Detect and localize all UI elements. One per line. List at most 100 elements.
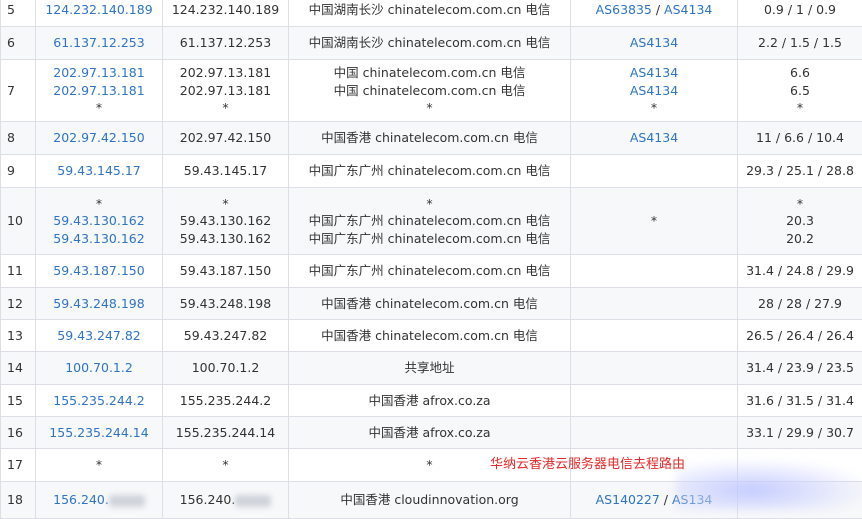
asn-link[interactable]: AS4134 — [630, 65, 678, 80]
ip-address: 202.97.13.181 — [167, 64, 284, 82]
ip-link-cell: 61.137.12.253 — [36, 27, 163, 60]
ip-link[interactable]: 61.137.12.253 — [40, 34, 158, 52]
latency-cell: 2.2 / 1.5 / 1.5 — [738, 27, 862, 60]
hop-number: 12 — [7, 296, 23, 311]
asn-cell: * — [571, 188, 738, 255]
asn-link[interactable]: AS4134 — [664, 2, 712, 17]
ip-address-cell: 59.43.145.17 — [163, 155, 289, 188]
latency-value: 6.6 — [742, 64, 858, 82]
asn-link[interactable]: AS140227 — [596, 492, 660, 507]
ip-address-cell: 100.70.1.2 — [163, 352, 289, 385]
location-text: 中国香港 afrox.co.za — [293, 424, 566, 442]
asn-link[interactable]: AS4134 — [630, 130, 678, 145]
watermark-caption: 华纳云香港云服务器电信去程路由 — [490, 453, 685, 472]
ip-address: 59.43.247.82 — [167, 327, 284, 345]
ip-address: 156.240. — [180, 492, 236, 507]
hop-number: 15 — [7, 393, 23, 408]
ip-link[interactable]: 202.97.13.181 — [40, 82, 158, 100]
ip-link[interactable]: 202.97.13.181 — [40, 64, 158, 82]
latency-value: 26.5 / 26.4 / 26.4 — [742, 327, 858, 345]
unknown-hop-marker: * — [293, 99, 566, 117]
hop-number: 16 — [7, 425, 23, 440]
ip-address-cell: 155.235.244.14 — [163, 417, 289, 449]
hop-number-cell: 14 — [1, 352, 36, 385]
hop-number: 17 — [7, 457, 23, 472]
latency-value: 29.3 / 25.1 / 28.8 — [742, 162, 858, 180]
ip-link[interactable]: 124.232.140.189 — [40, 1, 158, 19]
asn-line: AS4134 — [575, 64, 733, 82]
asn-cell — [571, 255, 738, 288]
hop-number: 8 — [7, 130, 15, 145]
ip-link-cell: *59.43.130.16259.43.130.162 — [36, 188, 163, 255]
ip-address: 155.235.244.2 — [167, 392, 284, 410]
ip-address-cell: 59.43.247.82 — [163, 320, 289, 352]
hop-number: 10 — [7, 213, 23, 228]
asn-separator: / — [652, 2, 664, 17]
ip-link-cell: 59.43.248.198 — [36, 288, 163, 320]
ip-link[interactable]: 155.235.244.2 — [40, 392, 158, 410]
asn-line: AS4134 — [575, 82, 733, 100]
hop-number-cell: 7 — [1, 60, 36, 122]
unknown-hop-marker: * — [167, 99, 284, 117]
ip-link-cell: 155.235.244.2 — [36, 385, 163, 417]
location-text: 中国 chinatelecom.com.cn 电信 — [293, 82, 566, 100]
asn-separator: / — [660, 492, 672, 507]
table-row: 10*59.43.130.16259.43.130.162*59.43.130.… — [1, 188, 862, 255]
location-cell: 中国广东广州 chinatelecom.com.cn 电信 — [289, 155, 571, 188]
ip-address: 155.235.244.14 — [167, 424, 284, 442]
location-text: 中国香港 cloudinnovation.org — [293, 491, 566, 509]
location-text: 中国 chinatelecom.com.cn 电信 — [293, 64, 566, 82]
hop-number-cell: 16 — [1, 417, 36, 449]
unknown-hop-marker: * — [651, 100, 657, 115]
location-text: 中国广东广州 chinatelecom.com.cn 电信 — [293, 230, 566, 248]
ip-link-cell: 155.235.244.14 — [36, 417, 163, 449]
ip-link[interactable]: 59.43.247.82 — [40, 327, 158, 345]
ip-link[interactable]: 155.235.244.14 — [40, 424, 158, 442]
asn-cell — [571, 155, 738, 188]
unknown-hop-marker: * — [293, 195, 566, 213]
ip-link[interactable]: 156.240. — [53, 492, 109, 507]
asn-cell — [571, 417, 738, 449]
latency-value: 33.1 / 29.9 / 30.7 — [742, 424, 858, 442]
ip-link[interactable]: 59.43.187.150 — [40, 262, 158, 280]
ip-address-cell: 202.97.13.181202.97.13.181* — [163, 60, 289, 122]
latency-cell: 31.6 / 31.5 / 31.4 — [738, 385, 862, 417]
location-cell: 中国香港 afrox.co.za — [289, 417, 571, 449]
latency-value: 0.9 / 1 / 0.9 — [742, 1, 858, 19]
location-text: 中国香港 afrox.co.za — [293, 392, 566, 410]
location-text: 中国香港 chinatelecom.com.cn 电信 — [293, 295, 566, 313]
unknown-hop-marker: * — [40, 99, 158, 117]
latency-value: 31.6 / 31.5 / 31.4 — [742, 392, 858, 410]
unknown-hop-marker: * — [40, 195, 158, 213]
asn-line — [575, 359, 733, 377]
ip-link[interactable]: 59.43.248.198 — [40, 295, 158, 313]
hop-number-cell: 12 — [1, 288, 36, 320]
location-text: 中国广东广州 chinatelecom.com.cn 电信 — [293, 212, 566, 230]
ip-link-cell: 100.70.1.2 — [36, 352, 163, 385]
hop-number: 14 — [7, 360, 23, 375]
ip-link[interactable]: 100.70.1.2 — [40, 359, 158, 377]
latency-cell: 0.9 / 1 / 0.9 — [738, 0, 862, 27]
table-row: 14100.70.1.2100.70.1.2共享地址 31.4 / 23.9 /… — [1, 352, 862, 385]
ip-link-cell: 124.232.140.189 — [36, 0, 163, 27]
location-text: 中国广东广州 chinatelecom.com.cn 电信 — [293, 162, 566, 180]
ip-link[interactable]: 59.43.130.162 — [40, 212, 158, 230]
latency-value: 31.4 / 24.8 / 29.9 — [742, 262, 858, 280]
asn-link[interactable]: AS63835 — [596, 2, 652, 17]
ip-link[interactable]: 59.43.145.17 — [40, 162, 158, 180]
ip-link[interactable]: 59.43.130.162 — [40, 230, 158, 248]
location-cell: *中国广东广州 chinatelecom.com.cn 电信中国广东广州 chi… — [289, 188, 571, 255]
latency-cell: 33.1 / 29.9 / 30.7 — [738, 417, 862, 449]
asn-line — [575, 262, 733, 280]
ip-link[interactable]: 202.97.42.150 — [40, 129, 158, 147]
ip-link-cell: 202.97.42.150 — [36, 122, 163, 155]
latency-cell: 31.4 / 24.8 / 29.9 — [738, 255, 862, 288]
hop-number-cell: 6 — [1, 27, 36, 60]
asn-link[interactable]: AS4134 — [630, 35, 678, 50]
asn-link[interactable]: AS4134 — [630, 83, 678, 98]
asn-line: * — [575, 99, 733, 117]
hop-number: 5 — [7, 2, 15, 17]
location-text: 中国香港 chinatelecom.com.cn 电信 — [293, 327, 566, 345]
location-cell: 中国 chinatelecom.com.cn 电信中国 chinatelecom… — [289, 60, 571, 122]
table-row: 1259.43.248.19859.43.248.198中国香港 chinate… — [1, 288, 862, 320]
